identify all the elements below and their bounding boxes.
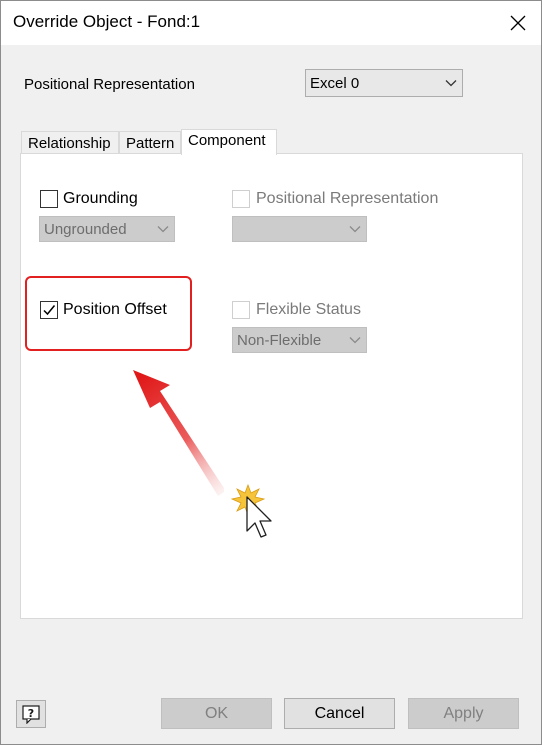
grounding-select-value: Ungrounded (44, 220, 127, 238)
help-icon: ? (22, 705, 40, 724)
flexible-status-checkbox[interactable] (232, 301, 250, 319)
tab-component[interactable]: Component (181, 129, 277, 155)
positional-representation-value: Excel 0 (310, 74, 360, 92)
tab-relationship[interactable]: Relationship (21, 131, 119, 154)
flexible-status-select-value: Non-Flexible (237, 331, 322, 349)
tab-component-label: Component (188, 132, 266, 149)
chevron-down-icon (344, 225, 366, 233)
flexible-status-label: Flexible Status (256, 301, 361, 318)
help-button[interactable]: ? (16, 700, 46, 728)
override-object-dialog: Override Object - Fond:1 Positional Repr… (0, 0, 542, 745)
svg-text:?: ? (28, 707, 34, 720)
positional-rep-label: Positional Representation (256, 190, 439, 207)
positional-representation-label: Positional Representation (24, 76, 195, 93)
cancel-button-label: Cancel (314, 704, 365, 722)
ok-button[interactable]: OK (161, 698, 272, 729)
ok-button-label: OK (204, 704, 229, 722)
positional-representation-select[interactable]: Excel 0 (305, 69, 463, 97)
apply-button[interactable]: Apply (408, 698, 519, 729)
positional-rep-select[interactable] (232, 216, 367, 242)
flexible-status-select[interactable]: Non-Flexible (232, 327, 367, 353)
annotation-highlight-box (25, 276, 192, 351)
tab-pattern-label: Pattern (126, 135, 175, 152)
apply-button-label: Apply (443, 704, 484, 722)
close-icon (510, 15, 526, 31)
grounding-select[interactable]: Ungrounded (39, 216, 175, 242)
positional-rep-checkbox[interactable] (232, 190, 250, 208)
chevron-down-icon (440, 79, 462, 87)
grounding-checkbox[interactable] (40, 190, 58, 208)
title-bar: Override Object - Fond:1 (1, 1, 541, 45)
tab-pattern[interactable]: Pattern (119, 131, 181, 154)
close-button[interactable] (495, 1, 541, 45)
dialog-title: Override Object - Fond:1 (13, 12, 201, 31)
chevron-down-icon (344, 336, 366, 344)
grounding-label: Grounding (63, 190, 138, 207)
chevron-down-icon (152, 225, 174, 233)
cancel-button[interactable]: Cancel (284, 698, 395, 729)
tab-relationship-label: Relationship (28, 135, 111, 152)
